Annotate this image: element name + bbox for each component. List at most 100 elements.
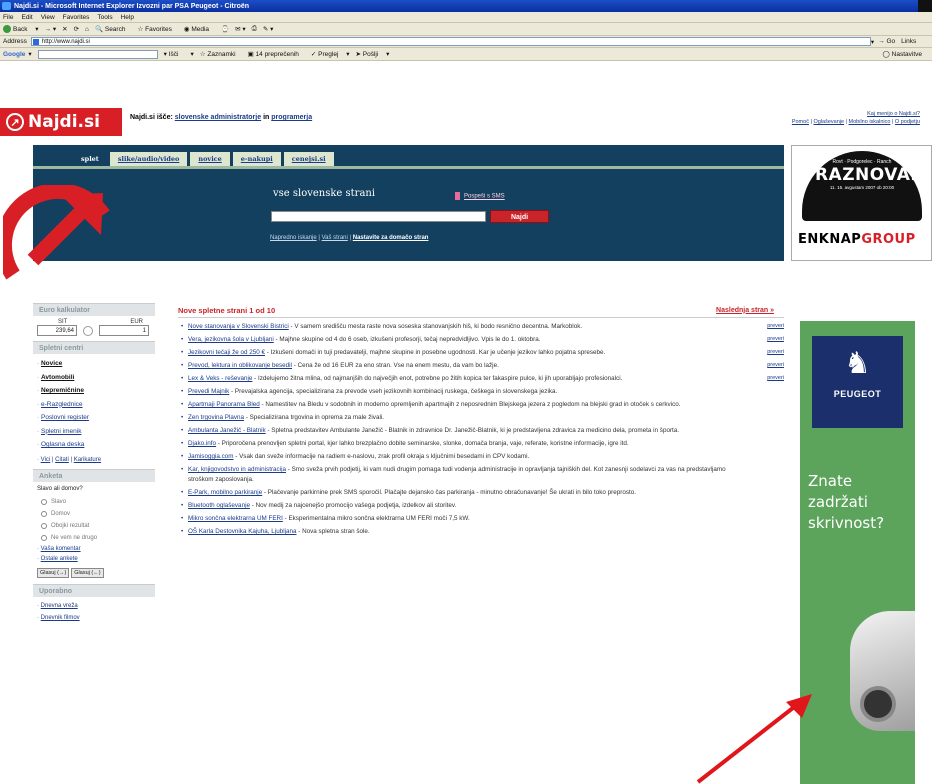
google-settings-button[interactable]: ◯ Nastavitve bbox=[883, 50, 928, 58]
news-item-link[interactable]: Ambulanta Janežič - Blatnik bbox=[188, 427, 266, 434]
news-item-link[interactable]: Mikro sončna elektrarna UM FERI bbox=[188, 515, 283, 522]
google-search-button[interactable]: ▾ Išči bbox=[164, 50, 185, 58]
news-item-link[interactable]: Lex & Veks - reševanje bbox=[188, 375, 252, 382]
poll-comment-link[interactable]: Vaša komentar bbox=[41, 546, 81, 552]
send-button[interactable]: ➤ Pošlji ▾ bbox=[355, 50, 389, 58]
popup-blocker-button[interactable]: ▣ 14 preprečenih bbox=[248, 50, 305, 58]
news-item-link[interactable]: Apartmaji Panorama Bled bbox=[188, 401, 260, 408]
links-label[interactable]: Links bbox=[901, 38, 916, 45]
vote-button-alt[interactable]: Glasuj (←) bbox=[71, 567, 104, 578]
poll-option[interactable]: Slavo bbox=[33, 496, 155, 508]
site-link-cars[interactable]: Avtomobili bbox=[41, 374, 74, 381]
advanced-search-link[interactable]: Napredno iskanje bbox=[270, 235, 317, 241]
news-item-link[interactable]: Prevod, lektura in oblikovanje besedil bbox=[188, 362, 292, 369]
tagline-link-admins[interactable]: slovenske administratorje bbox=[175, 114, 261, 121]
google-news-button[interactable]: ▾ bbox=[190, 50, 193, 58]
site-link-business-register[interactable]: Poslovni register bbox=[41, 414, 89, 421]
najdi-logo[interactable]: ↗ Najdi.si bbox=[0, 108, 122, 136]
news-item-report-link[interactable]: preveri bbox=[767, 373, 784, 383]
site-link-directory[interactable]: Spletni imenik bbox=[41, 428, 81, 435]
tab-media[interactable]: slike/audio/video bbox=[109, 152, 188, 166]
jokes-link[interactable]: Vici bbox=[41, 457, 51, 463]
news-item-link[interactable]: Prevedi Majnik bbox=[188, 388, 229, 395]
vote-button[interactable]: Glasuj (→) bbox=[37, 567, 70, 578]
news-item-link[interactable]: Vera, jezikovna šola v Ljubljani bbox=[188, 336, 274, 343]
news-item-report-link[interactable]: preveri bbox=[767, 347, 784, 357]
sms-link[interactable]: Pospeši s SMS bbox=[455, 192, 505, 200]
news-item-link[interactable]: Zen trgovina Plavna bbox=[188, 414, 244, 421]
news-item-link[interactable]: Jamisoggia.com bbox=[188, 453, 234, 460]
search-input[interactable] bbox=[271, 211, 486, 222]
search-submit-button[interactable]: Najdi bbox=[490, 210, 549, 223]
news-item-link[interactable]: Bluetooth oglaševanje bbox=[188, 502, 250, 509]
favorites-button[interactable]: ☆ Favorites bbox=[137, 25, 177, 33]
header-link-about[interactable]: O podjetju bbox=[895, 119, 920, 125]
header-link-opinions[interactable]: Kaj menijo o Najdi.si? bbox=[867, 111, 920, 117]
tab-web[interactable]: splet bbox=[73, 152, 107, 166]
news-item-link[interactable]: Djako.info bbox=[188, 440, 216, 447]
google-search-input[interactable] bbox=[37, 49, 158, 59]
site-link-news[interactable]: Novice bbox=[41, 360, 62, 367]
site-link-ecards[interactable]: e-Razglednice bbox=[41, 401, 83, 408]
news-item-link[interactable]: Kar, knjigovodstvo in administracija bbox=[188, 466, 286, 473]
radio-icon[interactable] bbox=[41, 498, 47, 505]
news-item-link[interactable]: Jezikovni tečaji že od 250 € bbox=[188, 349, 265, 356]
tool-link[interactable]: Dnevna vreža bbox=[41, 603, 78, 609]
menu-file[interactable]: File bbox=[3, 14, 13, 21]
google-logo[interactable]: Google bbox=[3, 51, 25, 58]
media-button[interactable]: ◉ Media bbox=[184, 25, 215, 33]
radio-icon[interactable] bbox=[41, 534, 47, 541]
tab-cenejsi[interactable]: cenejsi.si bbox=[283, 152, 334, 166]
cartoons-link[interactable]: Karikature bbox=[74, 457, 101, 463]
poll-option[interactable]: Ne vem ne drugo bbox=[33, 532, 155, 544]
forward-button[interactable]: → ▾ bbox=[45, 25, 57, 33]
address-input[interactable]: http://www.najdi.si bbox=[30, 37, 871, 46]
news-item-link[interactable]: OŠ Karla Destovnika Kajuha, Ljubljana bbox=[188, 528, 297, 535]
home-button[interactable]: ⌂ bbox=[85, 26, 89, 33]
menu-edit[interactable]: Edit bbox=[21, 14, 32, 21]
print-button[interactable]: ⎙ bbox=[252, 25, 257, 33]
address-dropdown[interactable]: ▾ bbox=[871, 38, 874, 46]
poll-option[interactable]: Obojki rezultat bbox=[33, 520, 155, 532]
set-homepage-link[interactable]: Nastavite za domačo stran bbox=[353, 235, 429, 241]
tagline-link-programmers[interactable]: programerja bbox=[271, 114, 312, 121]
tab-shopping[interactable]: e-nakupi bbox=[232, 152, 281, 166]
edit-button[interactable]: ✎ ▾ bbox=[263, 25, 274, 33]
mail-button[interactable]: ✉ ▾ bbox=[235, 25, 246, 33]
poll-option[interactable]: Domov bbox=[33, 508, 155, 520]
go-button[interactable]: → Go bbox=[878, 38, 895, 45]
menu-help[interactable]: Help bbox=[121, 14, 134, 21]
radio-icon[interactable] bbox=[41, 510, 47, 517]
poll-other-link[interactable]: Ostale ankete bbox=[41, 556, 78, 562]
tool-link[interactable]: Dnevnik filmov bbox=[41, 615, 80, 621]
news-item-link[interactable]: Nove stanovanja v Slovenski Bistrici bbox=[188, 323, 289, 330]
search-button[interactable]: 🔍 Search bbox=[95, 25, 132, 33]
google-dropdown[interactable]: ▾ bbox=[28, 50, 31, 58]
back-button[interactable]: Back ▾ bbox=[3, 25, 39, 34]
peugeot-ad[interactable]: ♞ PEUGEOT Znate zadržati skrivnost? bbox=[800, 321, 915, 784]
news-item-report-link[interactable]: preveri bbox=[767, 360, 784, 370]
sit-input[interactable]: 239,64 bbox=[37, 325, 77, 336]
stop-button[interactable]: ✕ bbox=[62, 25, 67, 33]
news-item-link[interactable]: E-Park, mobilno parkiranje bbox=[188, 489, 262, 496]
google-bookmarks-button[interactable]: ☆ Zaznamki bbox=[200, 50, 242, 58]
history-button[interactable]: ⌚ bbox=[221, 25, 229, 33]
menu-favorites[interactable]: Favorites bbox=[63, 14, 90, 21]
window-close-button[interactable] bbox=[918, 0, 932, 12]
check-button[interactable]: ✓ Preglej ▾ bbox=[311, 50, 350, 58]
swap-icon[interactable] bbox=[83, 325, 93, 336]
tab-news[interactable]: novice bbox=[190, 152, 230, 166]
site-link-realestate[interactable]: Nepremičnine bbox=[41, 387, 84, 394]
news-item-report-link[interactable]: preveri bbox=[767, 321, 784, 331]
site-link-classifieds[interactable]: Oglasna deska bbox=[41, 441, 84, 448]
refresh-button[interactable]: ⟳ bbox=[74, 25, 79, 33]
eur-input[interactable]: 1 bbox=[99, 325, 149, 336]
praznovanje-banner[interactable]: Rovt · Podgorelec · Ranch PRAZNOVANJE 11… bbox=[791, 145, 932, 261]
radio-icon[interactable] bbox=[41, 522, 47, 529]
menu-tools[interactable]: Tools bbox=[97, 14, 112, 21]
quotes-link[interactable]: Citati bbox=[55, 457, 69, 463]
header-link-mobile[interactable]: Mobilno iskalnico bbox=[849, 119, 891, 125]
your-pages-link[interactable]: Vaš strani bbox=[322, 235, 348, 241]
news-item-report-link[interactable]: preveri bbox=[767, 334, 784, 344]
header-link-help[interactable]: Pomoč bbox=[792, 119, 809, 125]
